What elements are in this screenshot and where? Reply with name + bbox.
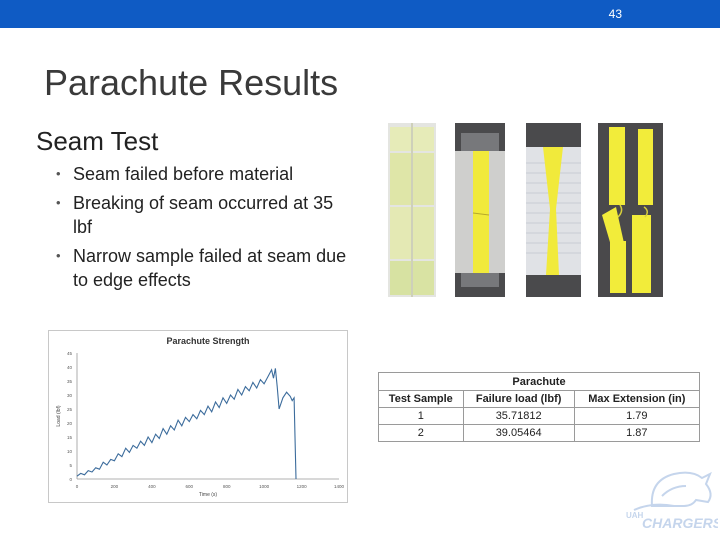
bullet-text: Breaking of seam occurred at 35 lbf <box>73 193 334 237</box>
bullet-item: • Breaking of seam occurred at 35 lbf <box>56 191 356 239</box>
table-cell: 1 <box>378 407 464 425</box>
results-table: Parachute Test Sample Failure load (lbf)… <box>378 372 701 442</box>
charger-horse-icon: UAH CHARGERS <box>626 471 720 531</box>
bullet-text: Narrow sample failed at seam due to edge… <box>73 246 347 290</box>
bullet-list: • Seam failed before material • Breaking o… <box>56 162 356 297</box>
chart-title: Parachute Strength <box>166 336 249 346</box>
page-number: 43 <box>608 7 622 21</box>
slide-subtitle: Seam Test <box>36 126 159 156</box>
y-tick-label: 35 <box>67 379 73 384</box>
table-cell: 35.71812 <box>462 407 575 425</box>
table-cell: 1.87 <box>573 424 701 442</box>
bullet-icon: • <box>56 195 61 210</box>
logo-prefix: UAH <box>626 511 644 520</box>
table-header: Failure load (lbf) <box>462 390 575 408</box>
table-row: 2 39.05464 1.87 <box>378 424 701 442</box>
photo-test-rig-intact <box>455 123 505 297</box>
x-tick-label: 400 <box>148 484 156 489</box>
bullet-item: • Seam failed before material <box>56 162 356 186</box>
table-cell: 2 <box>378 424 464 442</box>
x-tick-label: 200 <box>111 484 119 489</box>
y-tick-label: 20 <box>67 421 73 426</box>
table-caption: Parachute <box>378 372 700 391</box>
y-tick-label: 25 <box>67 407 73 412</box>
photo-failed-samples <box>598 123 663 297</box>
y-tick-label: 10 <box>67 449 73 454</box>
table-header: Max Extension (in) <box>573 390 701 408</box>
y-tick-label: 40 <box>67 365 73 370</box>
y-tick-label: 30 <box>67 393 73 398</box>
table-row: 1 35.71812 1.79 <box>378 407 701 425</box>
x-tick-label: 1200 <box>297 484 308 489</box>
table-cell: 1.79 <box>573 407 701 425</box>
bullet-icon: • <box>56 248 61 263</box>
y-tick-label: 15 <box>67 435 73 440</box>
y-tick-label: 0 <box>69 477 72 482</box>
y-tick-label: 45 <box>67 351 73 356</box>
y-tick-label: 5 <box>69 463 72 468</box>
parachute-strength-chart: Parachute Strength 0 5 10 15 20 25 30 35 40 45 0 200… <box>48 330 348 503</box>
table-cell: 39.05464 <box>462 424 575 442</box>
x-axis-label: Time (s) <box>199 492 217 498</box>
x-tick-label: 800 <box>223 484 231 489</box>
x-tick-label: 600 <box>186 484 194 489</box>
series-line <box>76 368 297 480</box>
chargers-logo: UAH CHARGERS <box>622 466 720 534</box>
table-header: Test Sample <box>378 390 464 408</box>
photo-test-rig-stretched <box>526 123 581 297</box>
x-tick-label: 1000 <box>259 484 270 489</box>
slide-title: Parachute Results <box>44 62 339 103</box>
y-axis-label: Load (lbf) <box>56 405 62 426</box>
bullet-text: Seam failed before material <box>73 164 294 184</box>
x-tick-label: 0 <box>76 484 79 489</box>
bullet-icon: • <box>56 166 61 181</box>
bullet-item: • Narrow sample failed at seam due to edg… <box>56 244 356 292</box>
chart-canvas: Parachute Strength 0 5 10 15 20 25 30 35 40 45 0 200… <box>56 336 345 498</box>
x-tick-label: 1400 <box>334 484 345 489</box>
logo-text: CHARGERS <box>642 515 718 531</box>
photo-seam-samples <box>388 123 436 297</box>
